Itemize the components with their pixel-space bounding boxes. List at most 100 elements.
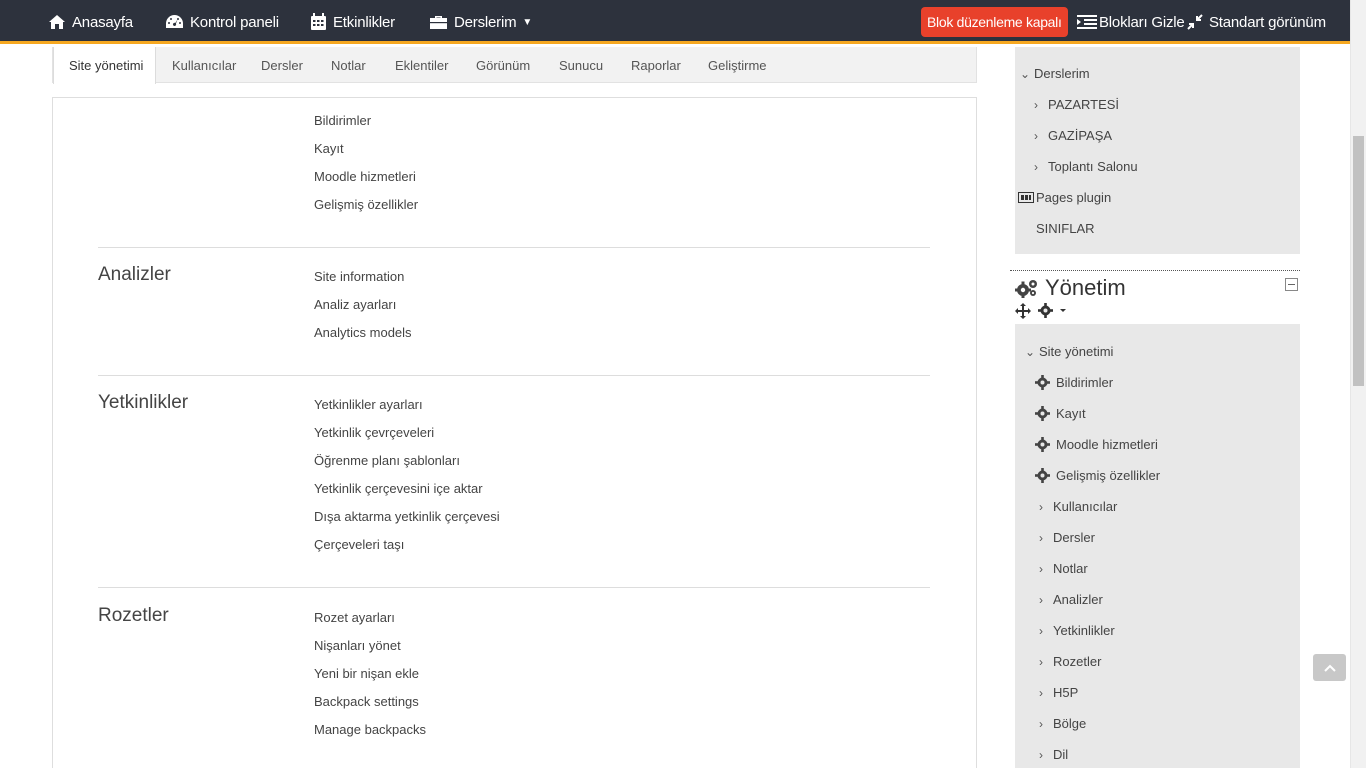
admin-category-badges[interactable]: › Rozetler xyxy=(1039,654,1101,669)
nav-tree-my-courses[interactable]: ⌄ Derslerim xyxy=(1020,66,1090,81)
nav-home[interactable]: Anasayfa xyxy=(48,0,133,44)
nav-events[interactable]: Etkinlikler xyxy=(310,0,395,44)
link-notifications[interactable]: Bildirimler xyxy=(314,113,371,128)
pages-icon xyxy=(1018,192,1034,203)
admin-category-competencies[interactable]: › Yetkinlikler xyxy=(1039,623,1115,638)
link-moodle-services[interactable]: Moodle hizmetleri xyxy=(314,169,416,184)
chevron-right-icon: › xyxy=(1039,623,1043,638)
admin-tree-site-admin[interactable]: ⌄ Site yönetimi xyxy=(1025,344,1113,359)
admin-block-title: Yönetim xyxy=(1015,275,1126,301)
admin-tree-label: Analizler xyxy=(1053,592,1103,607)
edit-mode-button[interactable]: Blok düzenleme kapalı xyxy=(921,7,1068,37)
nav-dashboard-label: Kontrol paneli xyxy=(190,13,279,31)
chevron-right-icon: › xyxy=(1039,654,1043,669)
caret-down-icon: ▼ xyxy=(522,16,533,28)
admin-setting-advanced-features[interactable]: Gelişmiş özellikler xyxy=(1035,468,1160,483)
tab-users[interactable]: Kullanıcılar xyxy=(172,47,236,83)
chevron-right-icon: › xyxy=(1039,685,1043,700)
admin-category-location[interactable]: › Bölge xyxy=(1039,716,1086,731)
admin-setting-notifications[interactable]: Bildirimler xyxy=(1035,375,1113,390)
chevron-right-icon: › xyxy=(1039,561,1043,576)
tab-reports[interactable]: Raporlar xyxy=(631,47,681,83)
link-migrate-frameworks[interactable]: Çerçeveleri taşı xyxy=(314,537,404,552)
hide-blocks-button[interactable]: Blokları Gizle xyxy=(1077,0,1185,44)
block-separator xyxy=(1010,270,1300,271)
link-competency-settings[interactable]: Yetkinlikler ayarları xyxy=(314,397,423,412)
chevron-right-icon: › xyxy=(1039,716,1043,731)
nav-tree-label: SINIFLAR xyxy=(1036,221,1095,236)
nav-tree-classes[interactable]: SINIFLAR xyxy=(1036,221,1095,236)
nav-tree-label: Toplantı Salonu xyxy=(1048,159,1138,174)
tab-appearance[interactable]: Görünüm xyxy=(476,47,530,83)
admin-tree-label: Kayıt xyxy=(1056,406,1086,421)
admin-tree-label: Bildirimler xyxy=(1056,375,1114,390)
move-icon[interactable] xyxy=(1015,303,1031,319)
admin-category-language[interactable]: › Dil xyxy=(1039,747,1068,762)
standard-view-button[interactable]: Standart görünüm xyxy=(1187,0,1326,44)
link-import-framework[interactable]: Yetkinlik çerçevesini içe aktar xyxy=(314,481,483,496)
section-divider xyxy=(98,587,930,588)
nav-events-label: Etkinlikler xyxy=(333,13,395,31)
compress-icon xyxy=(1187,14,1203,30)
nav-dashboard[interactable]: Kontrol paneli xyxy=(165,0,279,44)
link-backpack-settings[interactable]: Backpack settings xyxy=(314,694,419,709)
link-badge-settings[interactable]: Rozet ayarları xyxy=(314,610,395,625)
admin-category-h5p[interactable]: › H5P xyxy=(1039,685,1078,700)
nav-tree-course[interactable]: › PAZARTESİ xyxy=(1034,97,1119,112)
admin-tree-label: Site yönetimi xyxy=(1039,344,1114,359)
admin-tree-label: Notlar xyxy=(1053,561,1088,576)
nav-my-courses[interactable]: Derslerim ▼ xyxy=(429,0,532,44)
tab-server[interactable]: Sunucu xyxy=(559,47,603,83)
chevron-right-icon: › xyxy=(1034,159,1038,174)
back-to-top-button[interactable] xyxy=(1313,654,1346,681)
collapse-block-button[interactable] xyxy=(1285,278,1298,291)
nav-tree-course[interactable]: › Toplantı Salonu xyxy=(1034,159,1138,174)
admin-tree-label: Yetkinlikler xyxy=(1053,623,1115,638)
admin-category-users[interactable]: › Kullanıcılar xyxy=(1039,499,1117,514)
chevron-up-icon xyxy=(1323,664,1336,672)
chevron-right-icon: › xyxy=(1039,530,1043,545)
link-analytics-models[interactable]: Analytics models xyxy=(314,325,412,340)
section-title-analytics: Analizler xyxy=(98,264,171,285)
link-site-information[interactable]: Site information xyxy=(314,269,404,284)
link-learning-plan-templates[interactable]: Öğrenme planı şablonları xyxy=(314,453,460,468)
tab-site-admin[interactable]: Site yönetimi xyxy=(53,47,156,84)
link-registration[interactable]: Kayıt xyxy=(314,141,344,156)
admin-category-analytics[interactable]: › Analizler xyxy=(1039,592,1103,607)
link-competency-frameworks[interactable]: Yetkinlik çevrçeveleri xyxy=(314,425,434,440)
link-export-framework[interactable]: Dışa aktarma yetkinlik çerçevesi xyxy=(314,509,500,524)
tab-development[interactable]: Geliştirme xyxy=(708,47,767,83)
administration-block xyxy=(1015,324,1300,768)
section-title-badges: Rozetler xyxy=(98,605,169,626)
top-navbar: Anasayfa Kontrol paneli Etkinlikler Ders… xyxy=(0,0,1350,44)
chevron-right-icon: › xyxy=(1039,499,1043,514)
link-advanced-features[interactable]: Gelişmiş özellikler xyxy=(314,197,418,212)
nav-my-courses-label: Derslerim xyxy=(454,13,517,31)
admin-setting-registration[interactable]: Kayıt xyxy=(1035,406,1086,421)
link-manage-backpacks[interactable]: Manage backpacks xyxy=(314,722,426,737)
admin-setting-moodle-services[interactable]: Moodle hizmetleri xyxy=(1035,437,1158,452)
nav-tree-pages-plugin[interactable]: Pages plugin xyxy=(1018,190,1111,205)
admin-category-grades[interactable]: › Notlar xyxy=(1039,561,1088,576)
gear-icon xyxy=(1035,437,1050,452)
nav-tree-label: PAZARTESİ xyxy=(1048,97,1120,112)
gear-menu-icon[interactable] xyxy=(1038,303,1068,318)
link-add-badge[interactable]: Yeni bir nişan ekle xyxy=(314,666,419,681)
section-divider xyxy=(98,375,930,376)
page-scrollbar[interactable] xyxy=(1350,0,1366,768)
link-analytics-settings[interactable]: Analiz ayarları xyxy=(314,297,396,312)
admin-tree-label: H5P xyxy=(1053,685,1079,700)
tab-grades[interactable]: Notlar xyxy=(331,47,366,83)
tab-plugins[interactable]: Eklentiler xyxy=(395,47,448,83)
scrollbar-thumb[interactable] xyxy=(1353,136,1364,386)
chevron-down-icon: ⌄ xyxy=(1025,344,1036,359)
admin-category-courses[interactable]: › Dersler xyxy=(1039,530,1095,545)
gear-icon xyxy=(1035,375,1050,390)
admin-tree-label: Dil xyxy=(1053,747,1069,762)
tab-courses[interactable]: Dersler xyxy=(261,47,303,83)
nav-tree-course[interactable]: › GAZİPAŞA xyxy=(1034,128,1112,143)
link-manage-badges[interactable]: Nişanları yönet xyxy=(314,638,401,653)
gear-icon xyxy=(1035,406,1050,421)
section-divider xyxy=(98,247,930,248)
nav-tree-label: Derslerim xyxy=(1034,66,1090,81)
